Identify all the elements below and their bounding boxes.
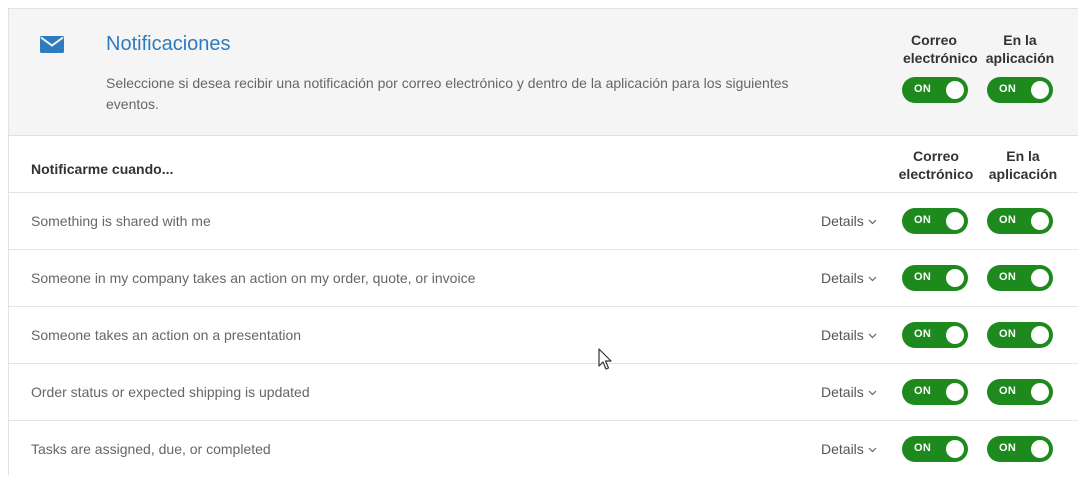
toggle-knob (946, 269, 964, 287)
table-email-column-label: Correo electrónico (898, 148, 974, 182)
toggle-knob (1031, 269, 1049, 287)
table-row: Someone takes an action on a presentatio… (9, 307, 1078, 364)
table-heading: Notificarme cuando... (31, 161, 174, 177)
page-description: Seleccione si desea recibir una notifica… (106, 75, 789, 112)
page-title: Notificaciones (106, 33, 231, 55)
header-email-column-label: Correo electrónico (903, 32, 978, 66)
toggle-knob (946, 383, 964, 401)
toggle-knob (1031, 81, 1049, 99)
details-dropdown[interactable]: Details (821, 327, 877, 343)
email-toggle[interactable]: ON (902, 379, 968, 405)
details-dropdown[interactable]: Details (821, 213, 877, 229)
app-toggle[interactable]: ON (987, 208, 1053, 234)
app-toggle[interactable]: ON (987, 436, 1053, 462)
app-toggle[interactable]: ON (987, 322, 1053, 348)
toggle-knob (1031, 326, 1049, 344)
toggle-knob (1031, 383, 1049, 401)
event-label: Tasks are assigned, due, or completed (31, 441, 271, 457)
envelope-icon (40, 36, 64, 53)
toggle-knob (946, 326, 964, 344)
notifications-panel: Notificaciones Seleccione si desea recib… (8, 8, 1078, 475)
details-dropdown[interactable]: Details (821, 384, 877, 400)
email-toggle[interactable]: ON (902, 208, 968, 234)
event-label: Something is shared with me (31, 213, 211, 229)
details-dropdown[interactable]: Details (821, 270, 877, 286)
event-label: Someone takes an action on a presentatio… (31, 327, 302, 343)
email-toggle[interactable]: ON (902, 322, 968, 348)
toggle-knob (946, 81, 964, 99)
event-label: Someone in my company takes an action on… (31, 270, 476, 286)
table-row: Someone in my company takes an action on… (9, 250, 1078, 307)
master-email-toggle[interactable]: ON (902, 77, 968, 103)
email-toggle[interactable]: ON (902, 265, 968, 291)
app-toggle[interactable]: ON (987, 265, 1053, 291)
event-label: Order status or expected shipping is upd… (31, 384, 310, 400)
table-row: Tasks are assigned, due, or completed De… (9, 421, 1078, 478)
notifications-header: Notificaciones Seleccione si desea recib… (9, 9, 1078, 136)
header-app-column-label: En la aplicación (985, 32, 1055, 66)
chevron-down-icon (868, 333, 877, 339)
table-header: Notificarme cuando... Correo electrónico… (9, 136, 1078, 193)
toggle-knob (1031, 440, 1049, 458)
chevron-down-icon (868, 219, 877, 225)
chevron-down-icon (868, 276, 877, 282)
email-toggle[interactable]: ON (902, 436, 968, 462)
table-row: Order status or expected shipping is upd… (9, 364, 1078, 421)
details-dropdown[interactable]: Details (821, 441, 877, 457)
mouse-cursor-icon (598, 348, 612, 370)
chevron-down-icon (868, 390, 877, 396)
chevron-down-icon (868, 447, 877, 453)
toggle-knob (946, 212, 964, 230)
master-app-toggle[interactable]: ON (987, 77, 1053, 103)
table-app-column-label: En la aplicación (988, 148, 1058, 182)
table-row: Something is shared with me Details ON O… (9, 193, 1078, 250)
toggle-knob (1031, 212, 1049, 230)
toggle-knob (946, 440, 964, 458)
app-toggle[interactable]: ON (987, 379, 1053, 405)
